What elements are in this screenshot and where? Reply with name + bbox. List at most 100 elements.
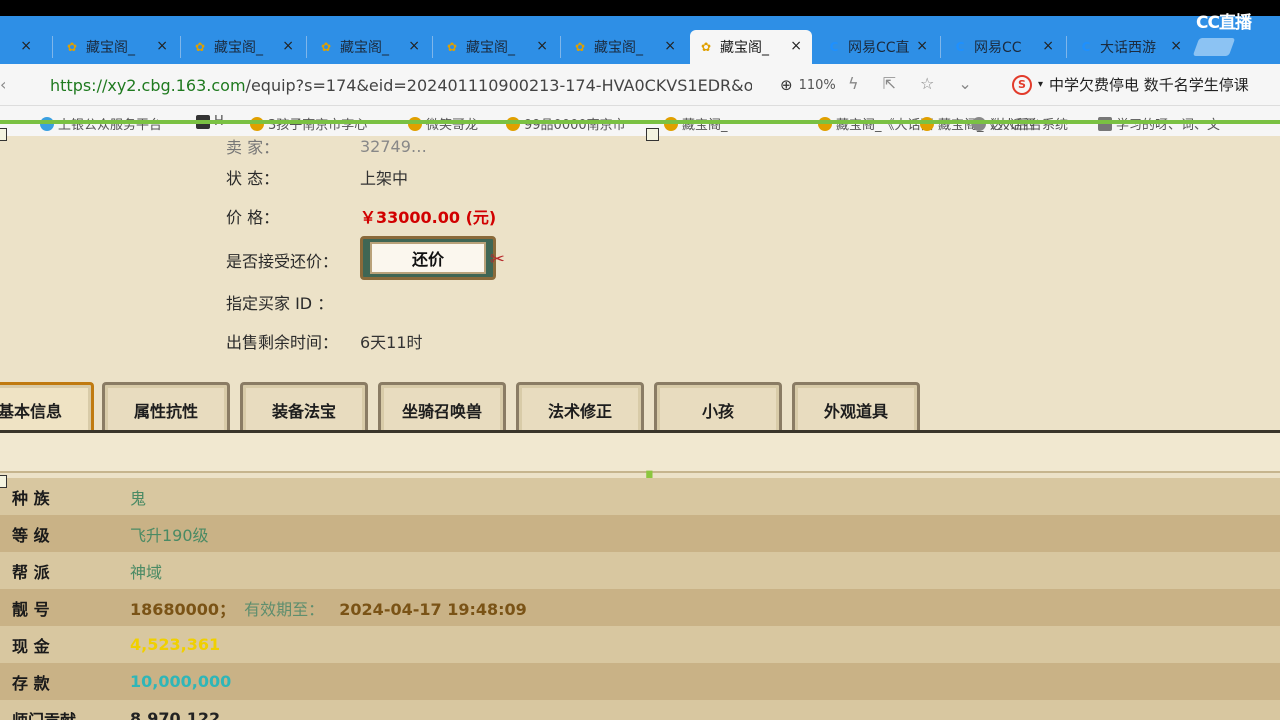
remaining-time-value: 6天11时 [360, 333, 423, 352]
address-bar-actions: ϟ ⇱ ☆ ⌄ [848, 74, 972, 93]
tab-appearance[interactable]: 外观道具 [792, 382, 920, 434]
attr-row-guild: 帮 派 神域 [0, 552, 1280, 589]
attr-value: 4,523,361 [130, 635, 221, 654]
chevron-down-icon[interactable]: ⌄ [958, 74, 971, 93]
item-detail-page: 卖 家： 32749… 状 态： 上架中 价 格： ￥33000.00 (元) 是… [0, 136, 1280, 720]
attr-row-vanity-id: 靓 号 18680000； 有效期至： 2024-04-17 19:48:09 [0, 589, 1280, 626]
attr-row-level: 等 级 飞升190级 [0, 515, 1280, 552]
browser-tab-9[interactable]: C 大话西游 × [1070, 30, 1192, 64]
tab-basic-info[interactable]: 基本信息 [0, 382, 94, 434]
browser-tab-5[interactable]: ✿ 藏宝阁_ × [564, 30, 686, 64]
star-icon[interactable]: ☆ [920, 74, 934, 93]
attr-label: 种 族 [12, 488, 50, 508]
detail-tabs: 基本信息 属性抗性 装备法宝 坐骑召唤兽 法术修正 小孩 外观道具 [0, 378, 1280, 434]
close-icon[interactable]: × [664, 38, 676, 54]
resize-handle[interactable] [0, 128, 7, 141]
cbg-chicken-icon: ✿ [574, 40, 586, 54]
browser-tab-0[interactable]: × [0, 30, 42, 64]
tab-label: 藏宝阁_ [340, 40, 389, 56]
browser-tab-1[interactable]: ✿ 藏宝阁_ × [56, 30, 178, 64]
counter-offer-button[interactable]: 还价 ✂ [360, 236, 505, 280]
attr-label: 师门贡献 [12, 710, 77, 720]
cbg-chicken-icon: ✿ [700, 40, 712, 54]
browser-tab-7[interactable]: C 网易CC直 × [818, 30, 938, 64]
url-field[interactable]: https://xy2.cbg.163.com/equip?s=174&eid=… [50, 76, 752, 95]
cc-icon: C [829, 40, 839, 54]
address-bar: ‹ https://xy2.cbg.163.com/equip?s=174&ei… [0, 64, 1280, 106]
tab-label: 大话西游 [1100, 40, 1156, 56]
tab-label: 网易CC直 [848, 40, 910, 56]
browser-tab-3[interactable]: ✿ 藏宝阁_ × [310, 30, 430, 64]
buyer-id-row: 指定买家 ID ： [226, 290, 360, 314]
cbg-chicken-icon: ✿ [320, 40, 332, 54]
url-path: /equip?s=174&eid=202401110900213-174-HVA… [245, 76, 752, 95]
dropdown-caret-icon: ▾ [1038, 79, 1044, 90]
close-icon[interactable]: × [536, 38, 548, 54]
status-row: 状 态： 上架中 [226, 165, 408, 189]
tab-label: 藏宝阁_ [594, 40, 643, 56]
attr-row-savings: 存 款 10,000,000 [0, 663, 1280, 700]
price-row: 价 格： ￥33000.00 (元) [226, 204, 496, 228]
tab-label: 藏宝阁_ [86, 40, 135, 56]
attr-value: 神域 [130, 562, 163, 582]
news-headline: 中学欠费停电 数千名学生停课 [1049, 76, 1249, 94]
attr-value: 10,000,000 [130, 672, 232, 691]
remaining-time-row: 出售剩余时间： 6天11时 [226, 329, 423, 353]
resize-handle[interactable] [646, 128, 659, 141]
counter-offer-row: 是否接受还价： [226, 248, 360, 272]
attr-label: 现 金 [12, 636, 50, 656]
expiry-value: 2024-04-17 19:48:09 [339, 599, 527, 619]
zoom-icon: ⊕ [780, 76, 793, 94]
tab-spell-mods[interactable]: 法术修正 [516, 382, 644, 434]
attr-label: 帮 派 [12, 562, 50, 582]
attr-value: 8,970,122 [130, 709, 221, 720]
close-icon[interactable]: × [1042, 38, 1054, 54]
status-value: 上架中 [360, 169, 409, 188]
lightning-icon[interactable]: ϟ [848, 74, 859, 93]
new-tab-button[interactable] [1192, 38, 1236, 56]
url-host: https://xy2.cbg.163.com [50, 76, 246, 95]
top-black-strip [0, 0, 1280, 16]
cbg-chicken-icon: ✿ [194, 40, 206, 54]
tab-mounts-pets[interactable]: 坐骑召唤兽 [378, 382, 506, 434]
price-label: 价 格： [226, 208, 280, 227]
resize-handle[interactable] [0, 475, 7, 488]
tab-label: 藏宝阁_ [466, 40, 515, 56]
attr-value: 18680000； 有效期至： 2024-04-17 19:48:09 [130, 596, 527, 620]
price-value: ￥33000.00 (元) [360, 208, 497, 227]
tab-attributes[interactable]: 属性抗性 [102, 382, 230, 434]
ribbon-knot-icon: ✂ [489, 249, 505, 270]
news-ticker[interactable]: S ▾ 中学欠费停电 数千名学生停课 [1012, 74, 1249, 95]
cbg-chicken-icon: ✿ [66, 40, 78, 54]
share-icon[interactable]: ⇱ [883, 74, 896, 93]
attr-label: 等 级 [12, 525, 50, 545]
close-icon[interactable]: × [282, 38, 294, 54]
browser-tab-2[interactable]: ✿ 藏宝阁_ × [184, 30, 304, 64]
attr-label: 存 款 [12, 673, 50, 693]
browser-tab-8[interactable]: C 网易CC × [944, 30, 1064, 64]
attr-row-cash: 现 金 4,523,361 [0, 626, 1280, 663]
close-icon[interactable]: × [1170, 38, 1182, 54]
attr-row-sect-contribution: 师门贡献 8,970,122 [0, 700, 1280, 720]
browser-tab-6-active[interactable]: ✿ 藏宝阁_ × [690, 30, 812, 64]
buyer-id-label: 指定买家 ID ： [226, 294, 334, 313]
attr-row-race: 种 族 鬼 [0, 478, 1280, 515]
tab-equipment[interactable]: 装备法宝 [240, 382, 368, 434]
zoom-indicator[interactable]: ⊕ 110% [780, 76, 836, 94]
truncated-row: 卖 家： 32749… [226, 136, 427, 158]
browser-tab-4[interactable]: ✿ 藏宝阁_ × [436, 30, 558, 64]
tab-children[interactable]: 小孩 [654, 382, 782, 434]
counter-offer-label-text: 还价 [370, 242, 486, 274]
back-arrow-icon[interactable]: ‹ [0, 75, 6, 94]
attr-value: 鬼 [130, 488, 147, 508]
close-icon[interactable]: × [156, 38, 168, 54]
tab-label: 网易CC [974, 40, 1022, 56]
close-icon[interactable]: × [408, 38, 420, 54]
close-icon[interactable]: × [916, 38, 928, 54]
vanity-number: 18680000； [130, 599, 236, 619]
attr-label: 靓 号 [12, 599, 50, 619]
close-icon[interactable]: × [790, 38, 802, 54]
close-icon[interactable]: × [20, 38, 32, 54]
attr-value: 飞升190级 [130, 525, 209, 545]
sogou-icon: S [1012, 74, 1032, 95]
